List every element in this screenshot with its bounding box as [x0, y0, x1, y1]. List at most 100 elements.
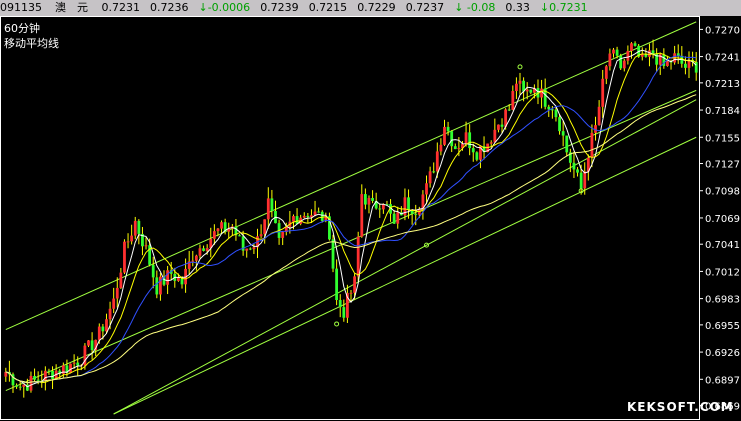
candle-body — [583, 171, 587, 189]
candle-body — [666, 61, 669, 66]
candle-body — [166, 270, 170, 285]
candle-body — [126, 241, 130, 243]
candle-body — [425, 183, 428, 195]
candle-body — [489, 142, 493, 144]
quote-ticker-bar: 091135 澳 元 0.7231 0.7236 ↓-0.0006 0.7239 0.7… — [0, 0, 741, 16]
candle-body — [47, 370, 51, 372]
candle-body — [245, 248, 249, 251]
candle-body — [626, 50, 630, 61]
y-tick-label: 0.7270 — [705, 25, 740, 36]
ticker-values: 0.7231 0.7236 ↓-0.0006 0.7239 0.7215 0.7229 0.… — [92, 0, 588, 16]
candle-body — [51, 371, 54, 379]
candle-body — [270, 198, 274, 211]
candle-body — [69, 363, 72, 373]
ticker-value: 0.7237 — [405, 1, 445, 14]
candle-body — [407, 197, 410, 211]
candle-body — [525, 89, 529, 92]
candle-body — [248, 248, 252, 250]
candle-body — [576, 169, 579, 173]
pivot-marker — [334, 321, 340, 327]
candle-body — [392, 213, 396, 224]
candle-body — [123, 241, 126, 273]
candle-body — [115, 287, 119, 299]
ma-line-20 — [5, 55, 697, 384]
candle-body — [317, 211, 321, 213]
candle-body — [622, 60, 626, 69]
candle-body — [378, 208, 382, 210]
candle-body — [550, 109, 554, 111]
y-tick-label: 0.7213 — [705, 79, 740, 90]
candle-body — [360, 194, 364, 237]
candle-body — [630, 43, 633, 51]
ticker-value: 0.7236 — [150, 1, 189, 14]
candle-body — [572, 162, 576, 170]
candle-body — [435, 151, 439, 172]
candle-body — [428, 171, 432, 184]
candle-body — [363, 194, 367, 205]
channel-line — [5, 21, 697, 331]
candle-body — [335, 268, 339, 300]
candle-body — [684, 63, 687, 68]
candle-body — [615, 49, 619, 56]
candle-body — [191, 260, 195, 262]
candle-body — [108, 308, 112, 320]
candle-body — [561, 131, 565, 136]
candle-body — [302, 215, 306, 218]
candle-body — [137, 220, 141, 234]
candle-body — [371, 197, 374, 201]
candle-body — [493, 129, 497, 143]
y-tick-label: 0.7241 — [705, 53, 740, 64]
candlesticks — [4, 39, 698, 398]
candle-body — [18, 386, 22, 388]
channel-line — [113, 136, 697, 415]
ticker-value: 0.7229 — [357, 1, 396, 14]
candle-body — [417, 209, 421, 215]
candle-body — [220, 222, 223, 229]
symbol-code: 091135 — [0, 1, 42, 14]
ticker-value: ↓ -0.08 — [454, 1, 496, 14]
candle-body — [633, 43, 637, 46]
candle-body — [202, 248, 205, 251]
candle-body — [212, 231, 216, 239]
candle-body — [238, 235, 241, 237]
candle-body — [579, 172, 583, 189]
candle-body — [450, 131, 454, 147]
candle-body — [558, 117, 561, 132]
candle-body — [320, 211, 324, 221]
candle-body — [155, 277, 159, 295]
y-tick-label: 0.7041 — [705, 240, 740, 251]
candle-body — [105, 319, 108, 332]
y-tick-label: 0.7012 — [705, 267, 740, 278]
candle-body — [338, 299, 342, 308]
candle-body — [446, 126, 450, 132]
plot-frame — [0, 16, 700, 420]
candle-body — [295, 216, 299, 224]
candle-body — [356, 236, 360, 277]
moving-averages — [5, 49, 697, 388]
candle-body — [547, 106, 551, 110]
candle-body — [612, 49, 615, 54]
candle-body — [176, 277, 180, 281]
ticker-value: 0.7215 — [308, 1, 348, 14]
candle-body — [133, 220, 137, 236]
candle-body — [608, 53, 612, 67]
indicator-label: 移动平均线 — [4, 37, 59, 50]
candle-body — [216, 228, 220, 232]
y-tick-label: 0.7069 — [705, 214, 740, 225]
candle-body — [515, 83, 518, 92]
candle-body — [306, 215, 310, 218]
channel-line — [113, 99, 697, 415]
candle-body — [565, 135, 569, 153]
candle-body — [597, 106, 601, 126]
candle-body — [453, 146, 457, 150]
ma-line-10 — [5, 52, 697, 384]
candle-body — [604, 66, 608, 79]
y-tick-label: 0.7155 — [705, 133, 740, 144]
watermark: KEKSOFT.COM — [627, 400, 734, 414]
candle-body — [130, 235, 134, 242]
pivot-marker — [517, 64, 523, 70]
ticker-value: 0.7231 — [101, 1, 141, 14]
candle-body — [590, 132, 594, 158]
candle-body — [266, 198, 270, 220]
y-tick-label: 0.6983 — [705, 295, 740, 306]
